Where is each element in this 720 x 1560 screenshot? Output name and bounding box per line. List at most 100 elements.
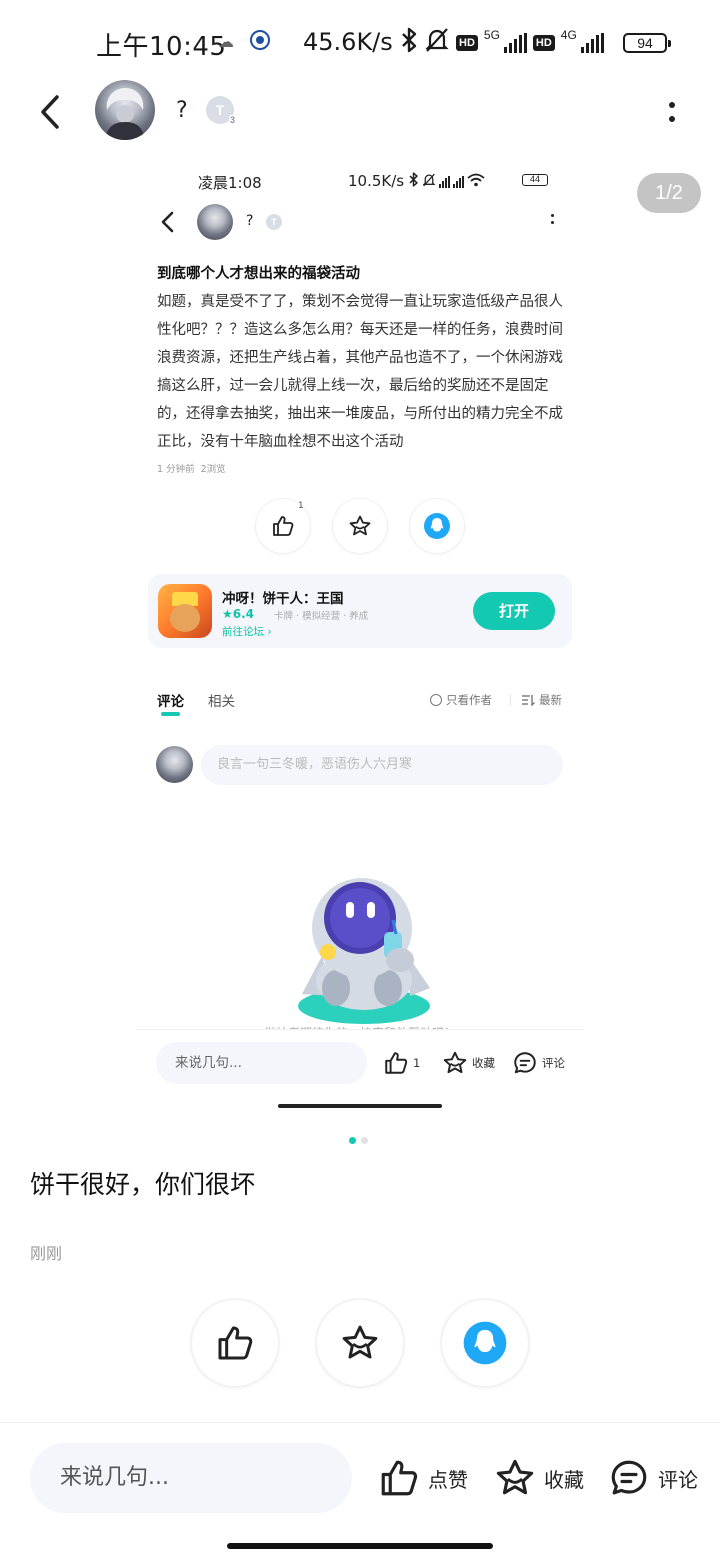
screenshot-bottom-comment-icon [514, 1052, 536, 1074]
screenshot-bottom-comment: 评论 [512, 1050, 565, 1076]
radio-icon [430, 694, 442, 706]
screenshot-bottom-thumbs-up-icon [385, 1052, 408, 1074]
screenshot-signal-2-icon [453, 175, 464, 188]
carousel-dot[interactable] [361, 1137, 368, 1144]
network-speed: 45.6K/s [303, 28, 393, 56]
carousel-dot-active[interactable] [349, 1137, 356, 1144]
back-button[interactable] [30, 90, 70, 134]
like-button[interactable] [192, 1300, 278, 1386]
thumbs-up-icon [218, 1326, 253, 1360]
screenshot-bottom-star-icon [443, 1051, 467, 1074]
screenshot-bottom-favorite: 收藏 [442, 1050, 495, 1076]
carousel-dots [349, 1137, 368, 1144]
status-bar: 上午10:45 ☁ 45.6K/s HD 5G HD 4G 94 [0, 0, 720, 84]
game-rating-value: 6.4 [232, 607, 255, 621]
screenshot-back-icon [161, 211, 174, 233]
bluetooth-icon [400, 27, 418, 59]
net-5g-label: 5G [483, 28, 500, 42]
bottom-thumbs-up-icon [381, 1460, 418, 1496]
screenshot-bottom-bar: 来说几句... 1 收藏 评论 [136, 1029, 584, 1123]
screenshot-network-speed: 10.5K/s [348, 172, 405, 190]
bottom-favorite-button[interactable]: 收藏 [494, 1457, 584, 1499]
star-icon [342, 1325, 378, 1359]
screenshot-comment-tabs: 评论 相关 只看作者 最新 [136, 686, 584, 716]
game-forum-link: 前往论坛 › [222, 626, 272, 638]
empty-state-mascot [298, 878, 430, 1024]
post-time: 刚刚 [30, 1244, 63, 1263]
screenshot-wifi-icon [467, 173, 485, 191]
bottom-comment-button[interactable]: 评论 [608, 1457, 698, 1499]
game-name: 冲呀！饼干人：王国 [222, 591, 344, 607]
status-icons: HD 5G HD 4G [400, 27, 604, 59]
level-badge-number: 3 [228, 115, 236, 126]
game-tag: 模拟经营 [293, 611, 340, 622]
screenshot-post-meta: 1 分钟前 2浏览 [157, 461, 226, 475]
tab-comments: 评论 [157, 690, 184, 716]
screenshot-like-button: 1 [256, 499, 310, 553]
share-qq-button[interactable] [442, 1300, 528, 1386]
screenshot-level-badge: T [266, 214, 282, 230]
screenshot-time-ago: 1 分钟前 [157, 464, 195, 475]
favorite-button[interactable] [317, 1300, 403, 1386]
author-avatar[interactable] [95, 80, 155, 140]
screenshot-battery: 44 [522, 174, 548, 186]
bottom-comment-label: 评论 [658, 1467, 698, 1492]
bottom-like-button[interactable]: 点赞 [378, 1457, 468, 1499]
cloud-notification-icon: ☁ [218, 32, 234, 51]
bottom-favorite-label: 收藏 [544, 1467, 584, 1492]
screenshot-say-input: 来说几句... [156, 1042, 367, 1084]
screenshot-header: ? T [136, 202, 584, 242]
game-rating: ★6.4 [222, 607, 255, 621]
screenshot-post-title: 到底哪个人才想出来的福袋活动 [157, 266, 360, 282]
net-4g-label: 4G [560, 28, 577, 42]
screenshot-thumbs-up-icon [273, 516, 294, 536]
bottom-comment-icon [611, 1460, 647, 1495]
screenshot-post-body: 如题，真是受不了了，策划不会觉得一直让玩家造低级产品很人性化吧？？？造这么多怎么… [157, 294, 563, 450]
screenshot-status-icons [408, 172, 485, 191]
screenshot-game-card: 冲呀！饼干人：王国 ★6.4 卡牌模拟经营养成 前往论坛 › 打开 [148, 574, 572, 648]
screenshot-signal-1-icon [439, 175, 450, 188]
home-indicator[interactable] [227, 1543, 493, 1549]
image-page-indicator: 1/2 [637, 173, 701, 213]
screenshot-favorite-button [333, 499, 387, 553]
signal-5g-icon [503, 33, 527, 53]
screenshot-bottom-like: 1 [383, 1050, 420, 1076]
screenshot-comment-input: 良言一句三冬暖，恶语伤人六月寒 [201, 745, 563, 785]
say-something-input[interactable]: 来说几句... [30, 1443, 352, 1513]
screenshot-star-icon [349, 515, 371, 536]
more-options-button[interactable] [660, 96, 684, 128]
screenshot-status-time: 凌晨1:08 [198, 174, 262, 192]
hd-badge: HD [456, 35, 478, 51]
attached-screenshot[interactable]: 凌晨1:08 10.5K/s 44 ? T 到底哪个人才想出来的福袋活动 如题，… [136, 158, 584, 1123]
sort-latest: 最新 [522, 692, 562, 708]
qq-icon [463, 1321, 507, 1365]
screenshot-bluetooth-icon [408, 172, 419, 191]
screenshot-views: 2浏览 [200, 464, 226, 475]
game-tag: 养成 [340, 611, 368, 622]
screenshot-mute-icon [422, 173, 436, 191]
game-open-button: 打开 [473, 592, 555, 630]
level-badge: T 3 [206, 96, 236, 126]
game-tags: 卡牌模拟经营养成 [274, 608, 368, 622]
screenshot-comment-row: 良言一句三冬暖，恶语伤人六月寒 [156, 745, 566, 785]
screenshot-qq-icon [424, 513, 450, 539]
bottom-bar: 来说几句... 点赞 收藏 评论 [0, 1422, 720, 1560]
hd-badge-2: HD [532, 35, 555, 51]
screenshot-share-qq-button [410, 499, 464, 553]
author-name[interactable]: ? [176, 98, 188, 123]
screenshot-action-row: 1 [256, 499, 466, 553]
mute-bell-icon [424, 27, 450, 59]
app-notification-icon [250, 30, 270, 50]
game-tag: 卡牌 [274, 611, 294, 622]
screenshot-my-avatar [156, 746, 193, 783]
tab-related: 相关 [208, 694, 235, 710]
signal-4g-icon [580, 33, 604, 53]
status-time: 上午10:45 [96, 32, 227, 62]
author-only-filter: 只看作者 [430, 692, 492, 708]
screenshot-author-name: ? [246, 213, 254, 229]
screenshot-like-count: 1 [298, 501, 304, 511]
filter-divider [510, 694, 511, 706]
post-action-row [192, 1300, 528, 1388]
post-header: ? T 3 [0, 80, 720, 144]
screenshot-more-icon [546, 214, 558, 232]
